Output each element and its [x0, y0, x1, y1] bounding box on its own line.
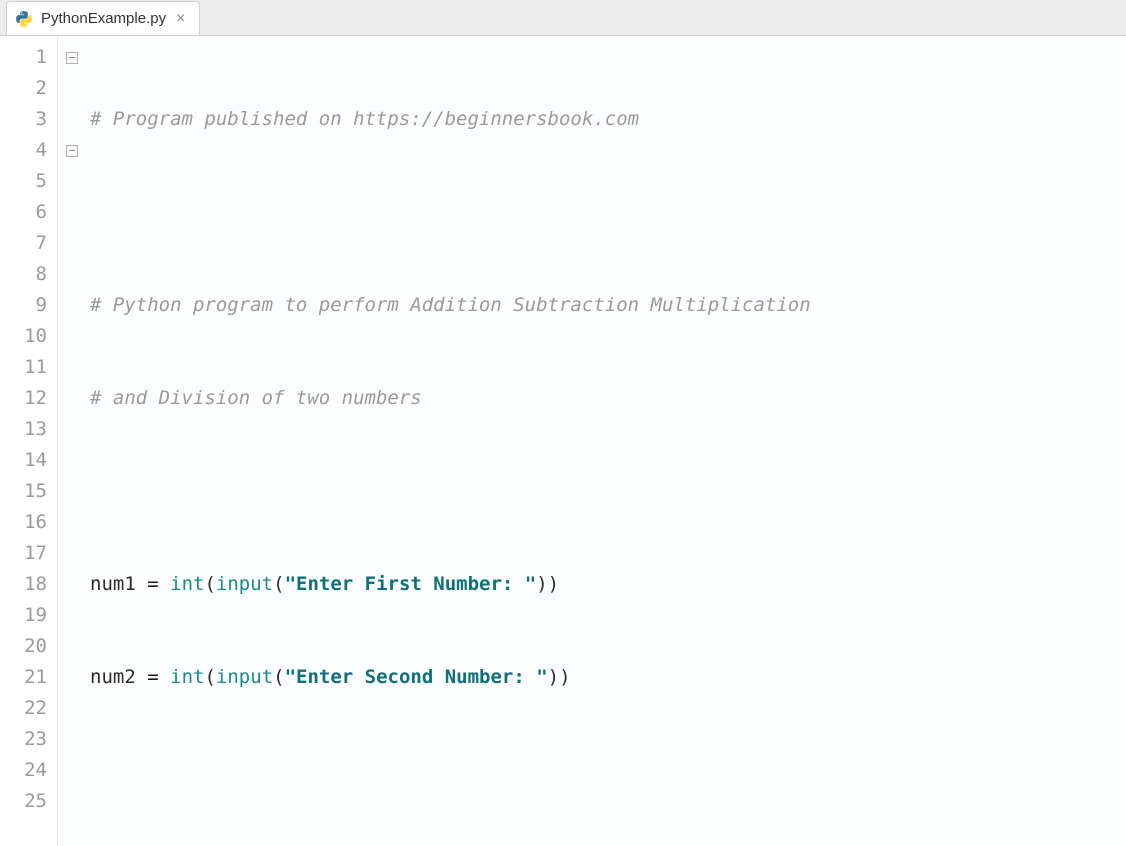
line-number: 18 [0, 569, 47, 600]
line-number: 5 [0, 166, 47, 197]
fold-spacer [58, 197, 86, 228]
fold-spacer [58, 352, 86, 383]
fold-spacer [58, 259, 86, 290]
fold-spacer [58, 383, 86, 414]
python-icon [15, 10, 33, 28]
fold-column: − − [58, 36, 86, 846]
code-line [90, 476, 1126, 507]
line-number: 23 [0, 724, 47, 755]
line-number: 20 [0, 631, 47, 662]
code-line [90, 755, 1126, 786]
fold-spacer [58, 507, 86, 538]
line-number: 16 [0, 507, 47, 538]
fold-spacer [58, 538, 86, 569]
line-number: 15 [0, 476, 47, 507]
fold-spacer [58, 104, 86, 135]
fold-spacer [58, 724, 86, 755]
fold-spacer [58, 321, 86, 352]
line-number: 1 [0, 42, 47, 73]
line-number: 8 [0, 259, 47, 290]
code-line: num1 = int(input("Enter First Number: ")… [90, 569, 1126, 600]
code-line: # Program published on https://beginners… [90, 104, 1126, 135]
code-line: # and Division of two numbers [90, 383, 1126, 414]
fold-spacer [58, 73, 86, 104]
file-tab[interactable]: PythonExample.py × [6, 1, 200, 35]
line-number: 17 [0, 538, 47, 569]
line-number: 6 [0, 197, 47, 228]
line-number: 11 [0, 352, 47, 383]
fold-toggle[interactable]: − [58, 135, 86, 166]
fold-spacer [58, 600, 86, 631]
line-number: 3 [0, 104, 47, 135]
code-line: # Python program to perform Addition Sub… [90, 290, 1126, 321]
fold-spacer [58, 228, 86, 259]
line-number: 2 [0, 73, 47, 104]
fold-spacer [58, 445, 86, 476]
line-number: 22 [0, 693, 47, 724]
fold-spacer [58, 662, 86, 693]
line-number: 21 [0, 662, 47, 693]
code-line: num2 = int(input("Enter Second Number: "… [90, 662, 1126, 693]
fold-spacer [58, 414, 86, 445]
file-tab-label: PythonExample.py [41, 10, 166, 27]
line-number: 7 [0, 228, 47, 259]
line-number: 19 [0, 600, 47, 631]
line-number: 4 [0, 135, 47, 166]
line-number: 13 [0, 414, 47, 445]
code-line [90, 197, 1126, 228]
code-area[interactable]: # Program published on https://beginners… [86, 36, 1126, 846]
line-number: 10 [0, 321, 47, 352]
fold-spacer [58, 290, 86, 321]
fold-spacer [58, 786, 86, 817]
line-number: 14 [0, 445, 47, 476]
fold-spacer [58, 631, 86, 662]
line-number: 24 [0, 755, 47, 786]
line-number: 12 [0, 383, 47, 414]
line-number-gutter: 1234567891011121314151617181920212223242… [0, 36, 58, 846]
fold-spacer [58, 569, 86, 600]
editor-tabbar: PythonExample.py × [0, 0, 1126, 36]
fold-spacer [58, 693, 86, 724]
fold-spacer [58, 755, 86, 786]
fold-toggle[interactable]: − [58, 42, 86, 73]
line-number: 25 [0, 786, 47, 817]
fold-spacer [58, 166, 86, 197]
fold-spacer [58, 476, 86, 507]
code-editor[interactable]: 1234567891011121314151617181920212223242… [0, 36, 1126, 846]
close-icon[interactable]: × [174, 11, 187, 27]
line-number: 9 [0, 290, 47, 321]
